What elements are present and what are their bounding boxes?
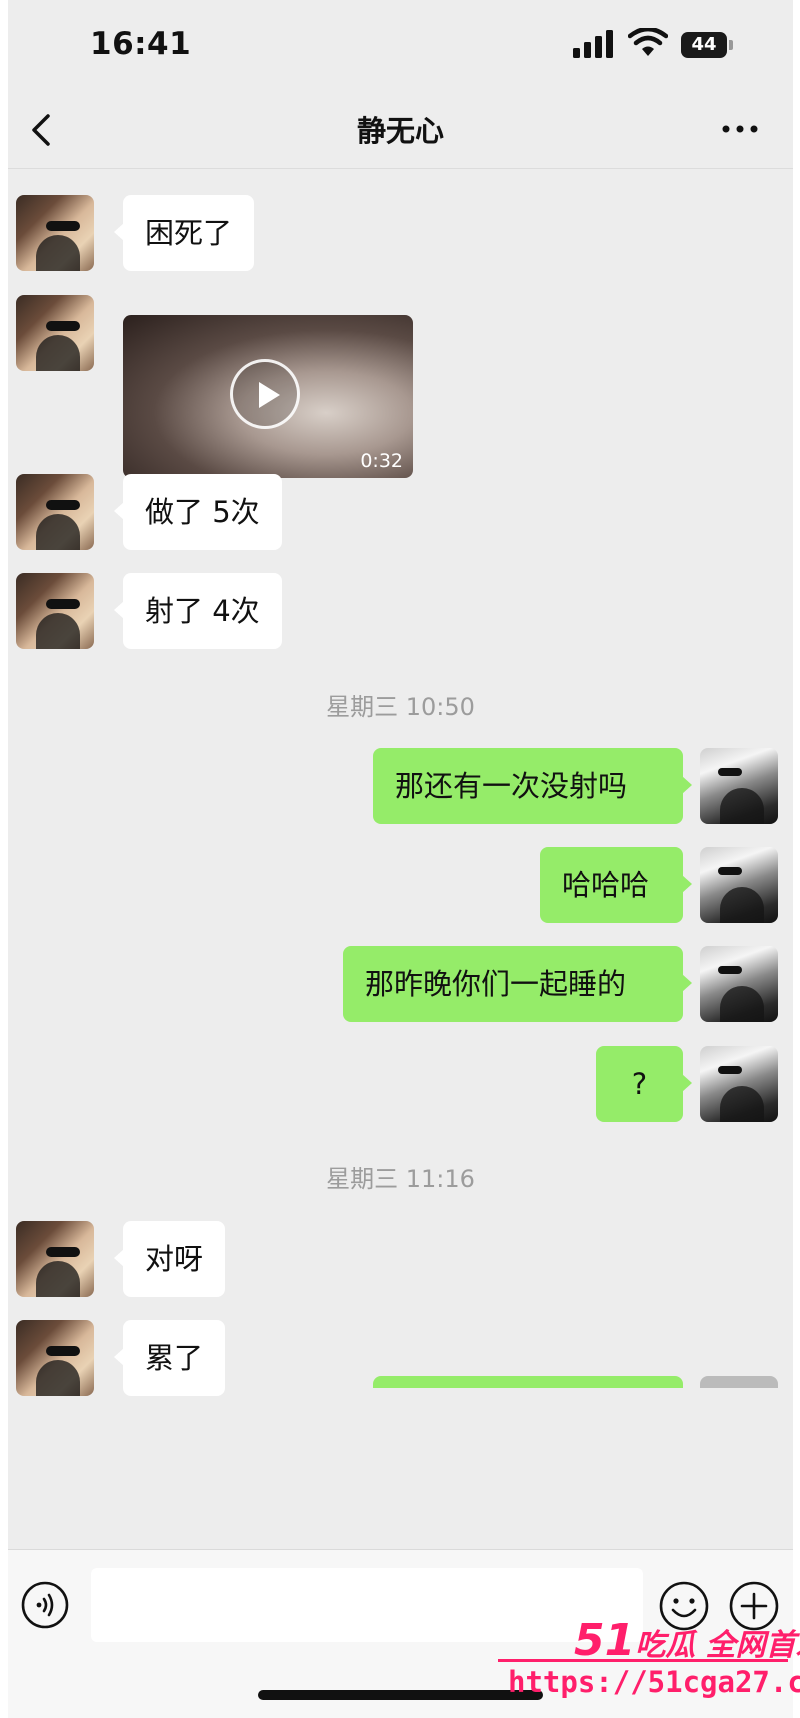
message-bubble-received[interactable]: 困死了 xyxy=(113,195,255,271)
timestamp: 星期三 11:16 xyxy=(326,1165,475,1193)
chat-title: 静无心 xyxy=(356,114,444,148)
message-bubble-received[interactable]: 对呀 xyxy=(113,1221,226,1297)
contact-avatar[interactable] xyxy=(16,573,94,649)
more-dots-icon[interactable] xyxy=(718,114,762,144)
watermark-url: https://51cga27.com xyxy=(508,1665,800,1699)
battery-level: 44 xyxy=(681,32,727,58)
watermark-brand-text: 吃瓜 全网首发 xyxy=(635,1628,800,1663)
timestamp: 星期三 10:50 xyxy=(326,693,475,721)
nav-bar: 静无心 xyxy=(8,92,793,169)
video-duration: 0:32 xyxy=(360,450,403,472)
contact-avatar[interactable] xyxy=(16,195,94,271)
message-input[interactable] xyxy=(91,1568,643,1642)
status-time: 16:41 xyxy=(90,26,192,62)
signal-icon xyxy=(573,30,613,58)
battery-indicator: 44 xyxy=(681,32,733,58)
message-bubble-received[interactable]: 射了 4次 xyxy=(114,573,282,649)
message-bubble-sent[interactable]: 那昨晚你们一起睡的 xyxy=(343,946,692,1022)
wifi-icon xyxy=(628,28,668,56)
my-avatar[interactable] xyxy=(700,1046,778,1122)
message-bubble-sent[interactable]: ? xyxy=(596,1046,692,1122)
my-avatar[interactable] xyxy=(700,946,778,1022)
my-avatar[interactable] xyxy=(700,847,778,923)
my-avatar-partial[interactable] xyxy=(700,1376,778,1388)
contact-avatar[interactable] xyxy=(16,295,94,371)
message-bubble-sent-partial[interactable] xyxy=(373,1376,683,1388)
contact-avatar[interactable] xyxy=(16,1221,94,1297)
chat-screen: 16:41 44 静无心 困死了 0:32 做了 5次 射了 4次 星期三 10… xyxy=(8,0,793,1718)
message-bubble-sent[interactable]: 那还有一次没射吗 xyxy=(373,748,692,824)
play-icon[interactable] xyxy=(230,359,300,429)
video-message[interactable]: 0:32 xyxy=(123,315,413,478)
message-list[interactable]: 困死了 0:32 做了 5次 射了 4次 星期三 10:50 那还有一次没射吗 … xyxy=(8,169,793,1549)
status-bar: 16:41 44 xyxy=(8,0,793,92)
battery-tip xyxy=(729,40,733,50)
home-indicator xyxy=(258,1690,543,1700)
contact-avatar[interactable] xyxy=(16,1320,94,1396)
message-bubble-received[interactable]: 累了 xyxy=(113,1320,226,1396)
voice-icon[interactable] xyxy=(20,1580,70,1630)
my-avatar[interactable] xyxy=(700,748,778,824)
contact-avatar[interactable] xyxy=(16,474,94,550)
watermark-underline xyxy=(498,1659,788,1662)
message-bubble-sent[interactable]: 哈哈哈 xyxy=(540,847,692,923)
message-bubble-received[interactable]: 做了 5次 xyxy=(114,474,282,550)
